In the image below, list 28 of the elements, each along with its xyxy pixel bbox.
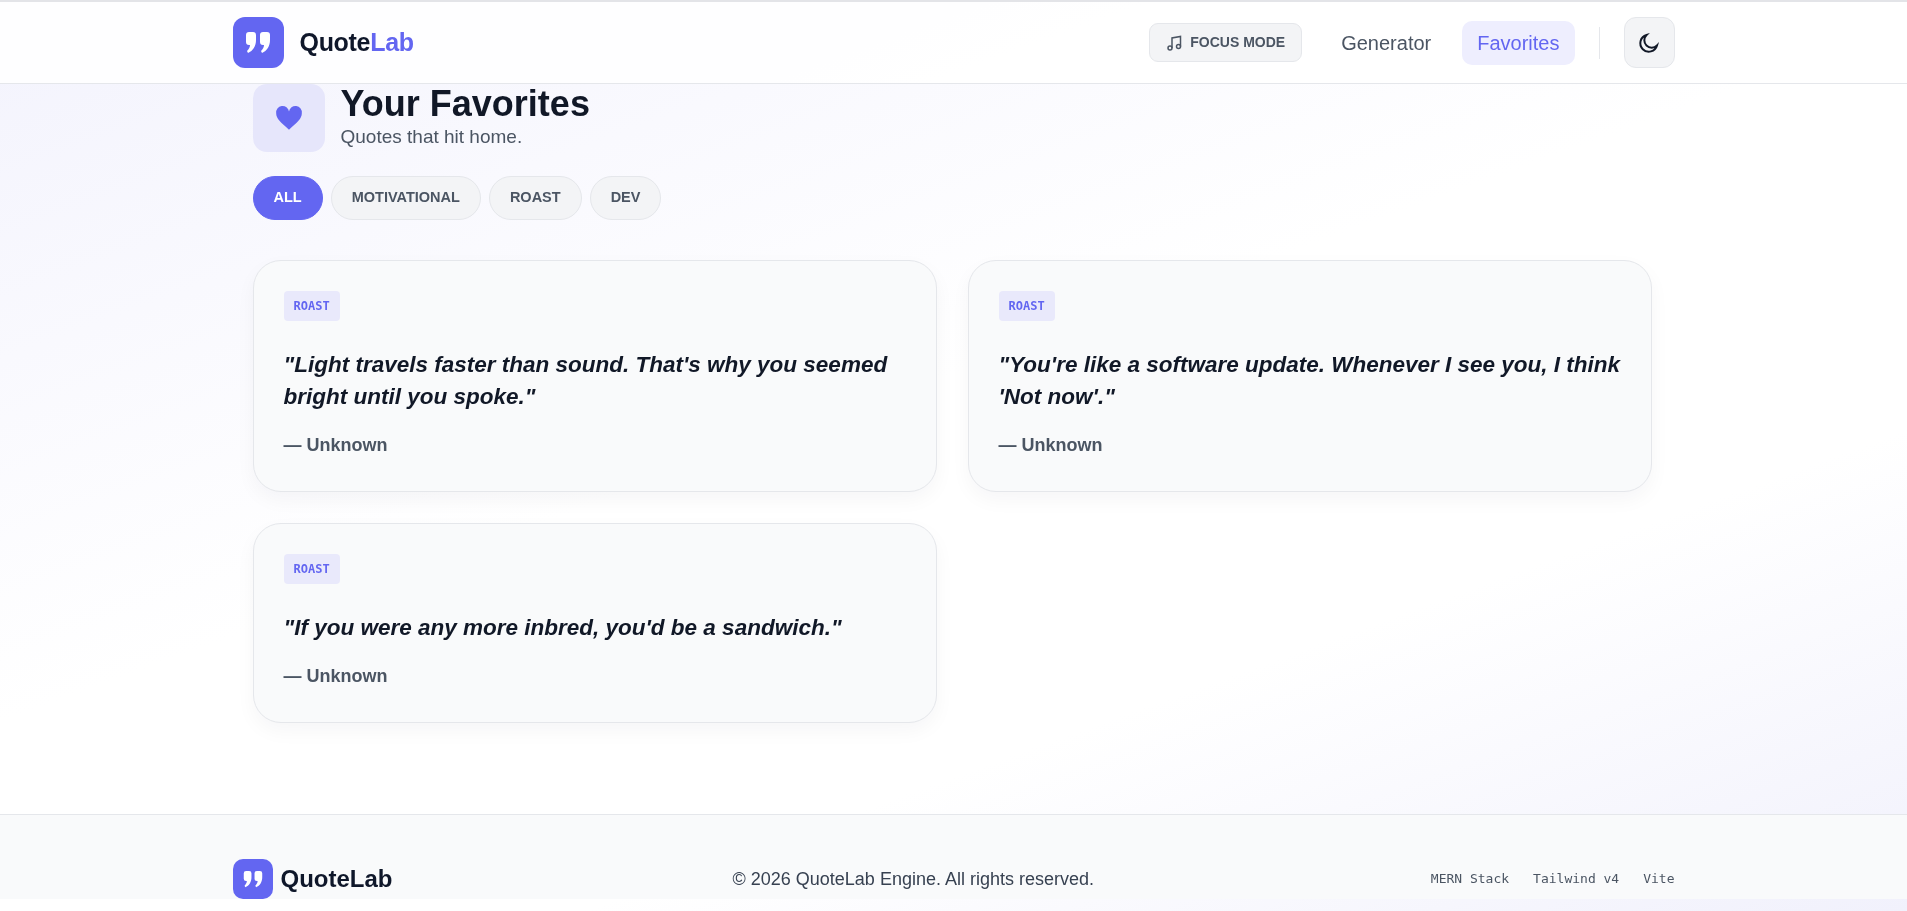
category-tag: ROAST	[283, 290, 340, 321]
moon-icon	[1637, 30, 1661, 55]
quote-logo-icon	[232, 17, 284, 68]
focus-mode-button[interactable]: FOCUS MODE	[1149, 23, 1303, 62]
nav-tab[interactable]: Favorites	[1462, 20, 1575, 65]
copyright-text: © 2026 QuoteLab Engine. All rights reserved.	[732, 867, 1094, 891]
quote-author: — Unknown	[283, 434, 389, 457]
filter-chip[interactable]: ALL	[252, 176, 323, 220]
category-tag: ROAST	[998, 290, 1055, 321]
filter-chip[interactable]: DEV	[589, 176, 662, 220]
tech-label: MERN Stack	[1430, 870, 1510, 889]
theme-toggle-button[interactable]	[1623, 17, 1675, 68]
music-note-icon	[1166, 34, 1183, 51]
logo-text[interactable]: QuoteLab	[299, 23, 414, 62]
tech-label: Tailwind v4	[1533, 870, 1620, 889]
filter-chip[interactable]: MOTIVATIONAL	[330, 176, 481, 220]
filter-chip[interactable]: ROAST	[488, 176, 582, 220]
quote-author: — Unknown	[998, 434, 1104, 457]
quote-text: "If you were any more inbred, you'd be a sandwich."	[283, 614, 843, 642]
tech-label: Vite	[1643, 870, 1675, 889]
quote-text: "You're like a software update. Whenever I see you, I think 'Not now'."	[998, 350, 1621, 412]
page-subtitle: Quotes that hit home.	[340, 124, 524, 149]
page-title: Your Favorites	[340, 84, 590, 123]
category-tag: ROAST	[283, 554, 340, 584]
footer-logo-text: QuoteLab	[280, 864, 393, 894]
quote-author: — Unknown	[283, 664, 389, 688]
nav-tab[interactable]: Generator	[1326, 20, 1447, 65]
quote-text: "Light travels faster than sound. That's why you seemed bright until you spoke."	[283, 350, 889, 412]
